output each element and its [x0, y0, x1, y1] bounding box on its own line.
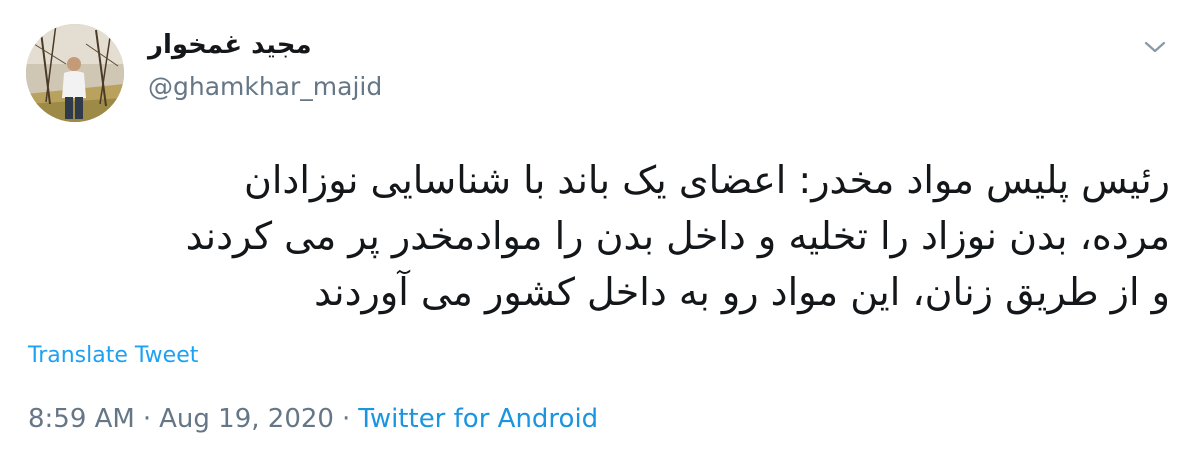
avatar-photo — [26, 24, 124, 122]
meta-separator: · — [341, 404, 351, 434]
display-name[interactable]: مجید غمخوار — [148, 30, 312, 60]
tweet-text-line: رئیس پلیس مواد مخدر: اعضای یک باند با شن… — [243, 158, 1170, 202]
more-options-button[interactable] — [1137, 32, 1173, 62]
tweet-text: رئیس پلیس مواد مخدر: اعضای یک باند با شن… — [40, 152, 1170, 320]
tweet-metadata: 8:59 AM · Aug 19, 2020 · Twitter for Android — [28, 404, 598, 434]
meta-separator: · — [142, 404, 152, 434]
avatar[interactable] — [26, 24, 124, 122]
tweet-time[interactable]: 8:59 AM — [28, 404, 135, 434]
user-handle[interactable]: @ghamkhar_majid — [148, 72, 382, 101]
tweet-text-line: مرده، بدن نوزاد را تخلیه و داخل بدن را م… — [185, 214, 1170, 258]
tweet-card: مجید غمخوار @ghamkhar_majid رئیس پلیس مو… — [0, 0, 1200, 465]
translate-tweet-link[interactable]: Translate Tweet — [28, 343, 198, 368]
chevron-down-icon — [1144, 41, 1166, 53]
tweet-text-line: و از طریق زنان، این مواد رو به داخل کشور… — [314, 270, 1170, 314]
tweet-date[interactable]: Aug 19, 2020 — [159, 404, 334, 434]
tweet-source-link[interactable]: Twitter for Android — [358, 404, 598, 434]
